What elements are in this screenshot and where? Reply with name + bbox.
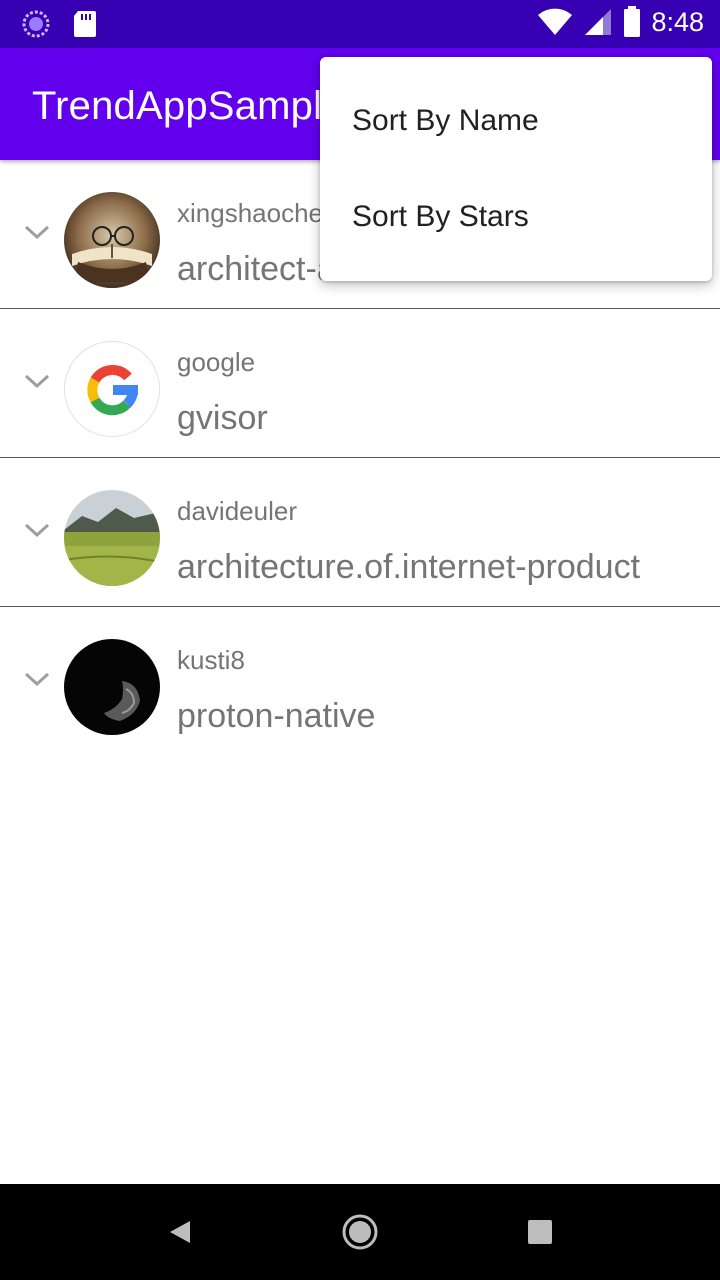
book-glasses-avatar <box>64 192 160 288</box>
back-icon[interactable] <box>166 1218 194 1246</box>
repo-owner: google <box>177 347 256 377</box>
list-item[interactable]: google gvisor <box>0 309 720 458</box>
repo-name: gvisor <box>177 399 268 437</box>
chevron-down-icon[interactable] <box>22 371 52 391</box>
battery-icon <box>624 6 641 37</box>
chevron-down-icon[interactable] <box>22 222 52 242</box>
signal-icon <box>585 9 612 35</box>
repo-name: proton-native <box>177 697 376 735</box>
status-time: 8:48 <box>651 6 704 37</box>
landscape-avatar <box>64 490 160 586</box>
dark-portrait-avatar <box>64 639 160 735</box>
list-item[interactable]: davideuler architecture.of.internet-prod… <box>0 458 720 607</box>
status-bar: 8:48 <box>0 0 720 48</box>
list-item[interactable]: kusti8 proton-native <box>0 607 720 756</box>
home-icon[interactable] <box>342 1214 378 1250</box>
sd-card-icon <box>74 11 96 37</box>
sort-by-stars-item[interactable]: Sort By Stars <box>352 200 529 234</box>
wifi-icon <box>538 8 573 35</box>
navigation-bar <box>0 1184 720 1280</box>
sort-by-name-item[interactable]: Sort By Name <box>352 104 539 138</box>
sort-menu: Sort By Name Sort By Stars <box>320 57 712 281</box>
repo-owner: davideuler <box>177 496 297 526</box>
repo-owner: kusti8 <box>177 645 245 675</box>
loading-circle-icon <box>22 10 50 38</box>
recents-icon[interactable] <box>527 1219 553 1245</box>
repo-name: architecture.of.internet-product <box>177 548 641 586</box>
chevron-down-icon[interactable] <box>22 669 52 689</box>
chevron-down-icon[interactable] <box>22 520 52 540</box>
app-title: TrendAppSample <box>32 84 345 128</box>
google-g-avatar <box>64 341 160 437</box>
